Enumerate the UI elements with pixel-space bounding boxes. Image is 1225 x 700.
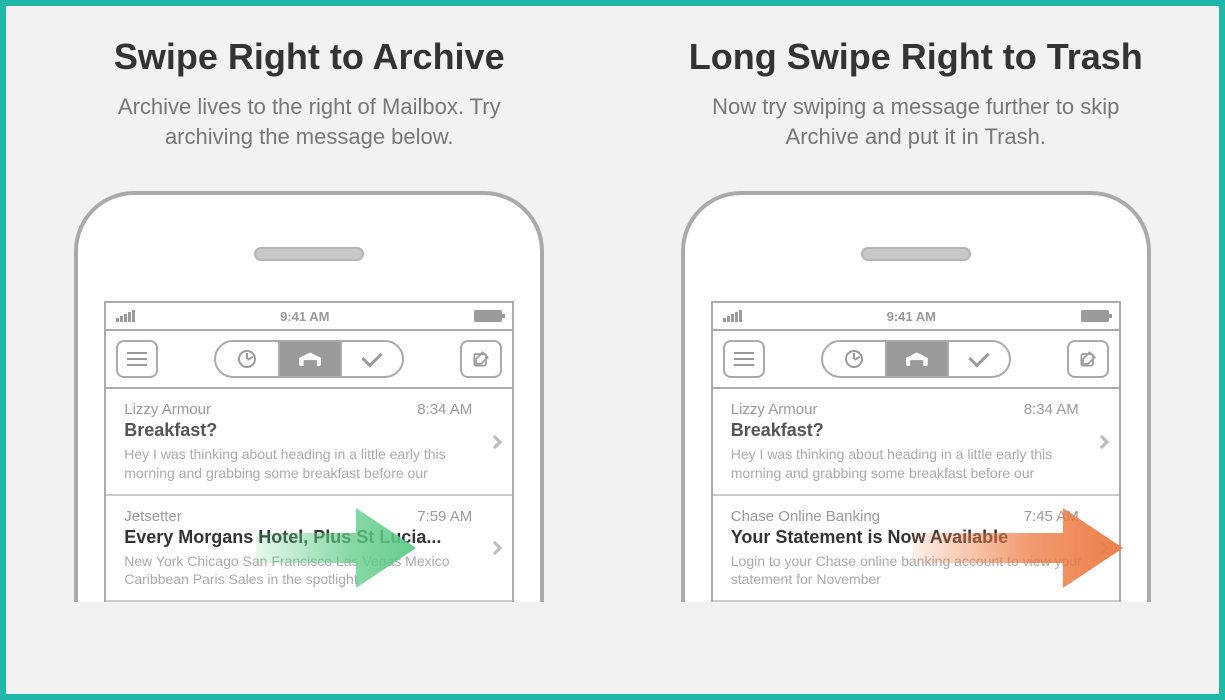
hamburger-icon — [734, 352, 754, 366]
message-row[interactable]: Lizzy Armour 8:34 AM Breakfast? Hey I wa… — [106, 389, 512, 495]
phone-screen: 9:41 AM — [711, 301, 1121, 602]
message-time: 7:45 AM — [1024, 508, 1079, 525]
compose-button[interactable] — [460, 340, 502, 378]
message-row[interactable]: Lizzy Armour 8:34 AM Breakfast? Hey I wa… — [713, 389, 1119, 495]
status-bar: 9:41 AM — [106, 303, 512, 331]
message-preview: Login to your Chase online banking accou… — [731, 552, 1085, 588]
archive-tab[interactable] — [340, 342, 402, 376]
status-time: 9:41 AM — [887, 309, 936, 324]
menu-button[interactable] — [723, 340, 765, 378]
compose-button[interactable] — [1067, 340, 1109, 378]
signal-icon — [116, 310, 135, 322]
panels-container: Swipe Right to Archive Archive lives to … — [6, 6, 1219, 694]
panel-title: Long Swipe Right to Trash — [689, 36, 1143, 78]
message-time: 8:34 AM — [1024, 401, 1079, 418]
message-time: 7:59 AM — [417, 508, 472, 525]
mailbox-tab[interactable] — [278, 342, 340, 376]
message-row[interactable]: Chase Online Banking 7:45 AM Your Statem… — [713, 496, 1119, 602]
phone-speaker — [254, 247, 364, 261]
check-icon — [968, 347, 989, 368]
phone-speaker — [861, 247, 971, 261]
compose-icon — [471, 349, 491, 369]
message-subject: Breakfast? — [124, 420, 478, 441]
battery-icon — [1081, 310, 1109, 322]
signal-icon — [723, 310, 742, 322]
archive-tab[interactable] — [947, 342, 1009, 376]
panel-title: Swipe Right to Archive — [114, 36, 505, 78]
message-preview: Hey I was thinking about heading in a li… — [124, 445, 478, 481]
hamburger-icon — [127, 352, 147, 366]
chevron-right-icon — [1095, 541, 1109, 555]
message-preview: Hey I was thinking about heading in a li… — [731, 445, 1085, 481]
panel-subtitle: Now try swiping a message further to ski… — [686, 92, 1146, 151]
clock-icon — [845, 350, 863, 368]
view-segmented-control[interactable] — [214, 340, 404, 378]
later-tab[interactable] — [823, 342, 885, 376]
panel-subtitle: Archive lives to the right of Mailbox. T… — [79, 92, 539, 151]
chevron-right-icon — [488, 541, 502, 555]
chevron-right-icon — [1095, 434, 1109, 448]
mailbox-icon — [299, 352, 321, 366]
mailbox-icon — [906, 352, 928, 366]
phone-mockup: 9:41 AM — [74, 191, 544, 602]
phone-screen: 9:41 AM — [104, 301, 514, 602]
menu-button[interactable] — [116, 340, 158, 378]
phone-mockup: 9:41 AM — [681, 191, 1151, 602]
battery-icon — [474, 310, 502, 322]
view-segmented-control[interactable] — [821, 340, 1011, 378]
chevron-right-icon — [488, 434, 502, 448]
app-toolbar — [713, 331, 1119, 389]
message-subject: Breakfast? — [731, 420, 1085, 441]
message-subject: Every Morgans Hotel, Plus St Lucia... — [124, 527, 478, 548]
mailbox-tab[interactable] — [885, 342, 947, 376]
status-bar: 9:41 AM — [713, 303, 1119, 331]
panel-trash: Long Swipe Right to Trash Now try swipin… — [613, 6, 1220, 694]
message-preview: New York Chicago San Francisco Las Vegas… — [124, 552, 478, 588]
app-toolbar — [106, 331, 512, 389]
panel-archive: Swipe Right to Archive Archive lives to … — [6, 6, 613, 694]
check-icon — [362, 347, 383, 368]
compose-icon — [1078, 349, 1098, 369]
later-tab[interactable] — [216, 342, 278, 376]
clock-icon — [238, 350, 256, 368]
message-subject: Your Statement is Now Available — [731, 527, 1085, 548]
status-time: 9:41 AM — [280, 309, 329, 324]
message-row[interactable]: Jetsetter 7:59 AM Every Morgans Hotel, P… — [106, 496, 512, 602]
onboarding-tutorial-frame: Swipe Right to Archive Archive lives to … — [0, 0, 1225, 700]
message-time: 8:34 AM — [417, 401, 472, 418]
